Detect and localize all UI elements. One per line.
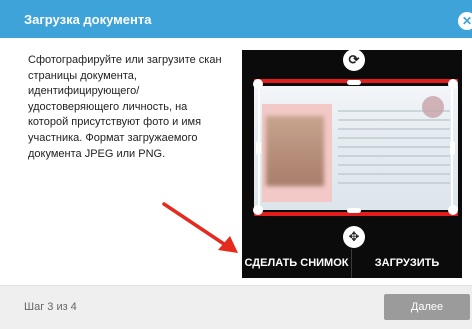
dialog-title: Загрузка документа (24, 12, 152, 27)
take-snapshot-button[interactable]: СДЕЛАТЬ СНИМОК (242, 249, 352, 278)
document-preview (254, 86, 458, 210)
crop-handle-right[interactable] (450, 141, 455, 155)
upload-button[interactable]: ЗАГРУЗИТЬ (352, 249, 462, 278)
crop-handle-top[interactable] (347, 80, 361, 85)
crop-handle-top-right[interactable] (448, 79, 458, 89)
red-arrow-icon (162, 202, 238, 253)
document-emblem (422, 96, 444, 118)
rotate-icon: ⟳ (348, 52, 360, 67)
instructions-text: Сфотографируйте или загрузите скан стран… (28, 54, 222, 160)
upload-dialog: Загрузка документа ✕ Сфотографируйте или… (0, 0, 472, 329)
dialog-header: Загрузка документа (0, 0, 472, 38)
next-button[interactable]: Далее (384, 294, 470, 320)
crop-handle-bottom-left[interactable] (253, 205, 263, 215)
crop-handle-left[interactable] (256, 141, 261, 155)
crop-handle-bottom[interactable] (347, 208, 361, 213)
close-icon: ✕ (461, 14, 472, 28)
rotate-button[interactable]: ⟳ (343, 49, 365, 71)
document-text-area (338, 110, 450, 190)
move-button[interactable]: ✥ (343, 226, 365, 248)
move-icon: ✥ (348, 229, 360, 244)
crop-handle-top-left[interactable] (253, 79, 263, 89)
step-indicator: Шаг 3 из 4 (24, 301, 77, 313)
close-button[interactable]: ✕ (458, 12, 472, 30)
document-photo (266, 116, 324, 186)
crop-handle-bottom-right[interactable] (448, 205, 458, 215)
